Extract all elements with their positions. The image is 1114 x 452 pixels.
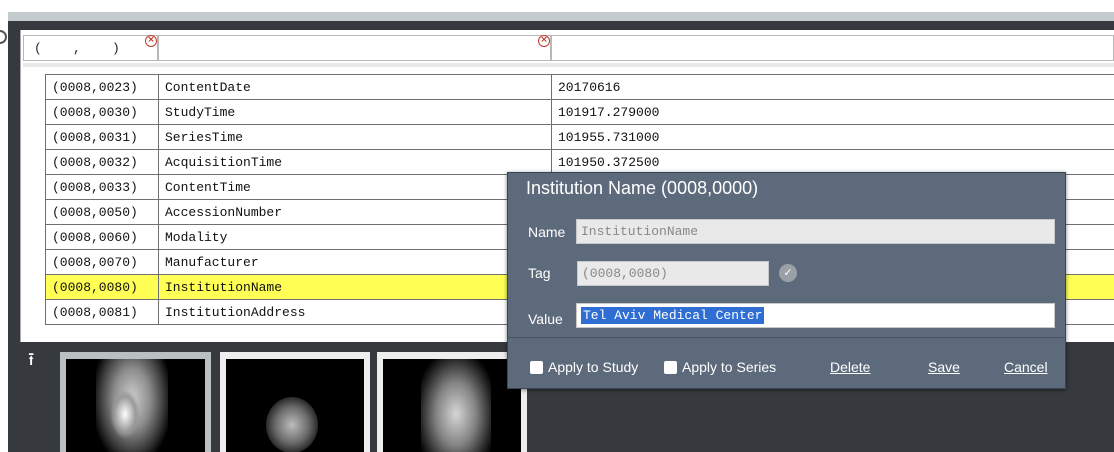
save-button[interactable]: Save xyxy=(928,359,960,375)
cell-tag[interactable]: (0008,0050) xyxy=(45,199,159,225)
tag-filter-text: ( , ) xyxy=(34,41,120,56)
cell-tag[interactable]: (0008,0033) xyxy=(45,174,159,200)
filter-row: ( , ) × × xyxy=(23,35,1114,61)
series-thumbnail[interactable] xyxy=(377,352,527,452)
cell-name[interactable]: InstitutionName xyxy=(158,274,552,300)
cell-name[interactable]: Modality xyxy=(158,224,552,250)
top-bar xyxy=(8,12,1114,21)
cell-value[interactable]: 101917.279000 xyxy=(551,99,1114,125)
name-label: Name xyxy=(528,224,566,240)
value-field-text: Tel Aviv Medical Center xyxy=(581,307,765,324)
cell-name[interactable]: SeriesTime xyxy=(158,124,552,150)
series-thumbnail[interactable] xyxy=(60,352,211,452)
clear-name-filter-icon[interactable]: × xyxy=(538,35,550,47)
apply-to-study-checkbox[interactable]: Apply to Study xyxy=(530,359,638,375)
series-thumbnail[interactable] xyxy=(220,352,370,452)
cell-tag[interactable]: (0008,0080) xyxy=(45,274,159,300)
apply-to-series-label: Apply to Series xyxy=(682,359,777,375)
cell-value[interactable]: 101955.731000 xyxy=(551,124,1114,150)
cell-tag[interactable]: (0008,0081) xyxy=(45,299,159,325)
delete-button[interactable]: Delete xyxy=(830,359,870,375)
cell-tag[interactable]: (0008,0032) xyxy=(45,149,159,175)
cell-name[interactable]: ContentDate xyxy=(158,74,552,100)
cell-name[interactable]: AccessionNumber xyxy=(158,199,552,225)
apply-to-series-checkbox[interactable]: Apply to Series xyxy=(664,359,776,375)
value-field[interactable]: Tel Aviv Medical Center xyxy=(576,303,1055,328)
dialog-title: Institution Name (0008,0000) xyxy=(526,178,759,198)
tag-label: Tag xyxy=(528,265,551,281)
top-strip xyxy=(0,0,1114,12)
cell-name[interactable]: StudyTime xyxy=(158,99,552,125)
table-row[interactable]: (0008,0030) StudyTime 101917.279000 xyxy=(45,99,1114,125)
table-row[interactable]: (0008,0023) ContentDate 20170616 xyxy=(45,74,1114,100)
cell-value[interactable]: 20170616 xyxy=(551,74,1114,100)
cancel-button[interactable]: Cancel xyxy=(1004,359,1048,375)
cell-name[interactable]: ContentTime xyxy=(158,174,552,200)
collapse-icon[interactable]: ⭱ xyxy=(28,347,34,377)
name-field-text: InstitutionName xyxy=(581,224,699,239)
thumbnail-image xyxy=(66,359,205,452)
left-edge xyxy=(0,21,8,452)
value-label: Value xyxy=(528,311,563,327)
name-field[interactable]: InstitutionName xyxy=(576,219,1055,244)
thumbnail-image xyxy=(226,359,364,452)
cell-value[interactable]: 101950.372500 xyxy=(551,149,1114,175)
filter-divider xyxy=(23,63,1114,67)
tag-field[interactable]: (0008,0080) xyxy=(577,261,769,286)
series-checkbox-box[interactable] xyxy=(664,361,677,374)
cell-tag[interactable]: (0008,0070) xyxy=(45,249,159,275)
value-filter-input[interactable] xyxy=(551,35,1114,61)
cell-name[interactable]: Manufacturer xyxy=(158,249,552,275)
check-circle-icon[interactable]: ✓ xyxy=(779,264,797,282)
cell-tag[interactable]: (0008,0060) xyxy=(45,224,159,250)
clear-tag-filter-icon[interactable]: × xyxy=(145,35,157,47)
cell-tag[interactable]: (0008,0023) xyxy=(45,74,159,100)
table-row[interactable]: (0008,0032) AcquisitionTime 101950.372500 xyxy=(45,149,1114,175)
tag-field-text: (0008,0080) xyxy=(582,266,668,281)
dialog-separator xyxy=(507,337,1066,338)
study-checkbox-box[interactable] xyxy=(530,361,543,374)
thumbnail-image xyxy=(383,359,521,452)
tag-filter-input[interactable]: ( , ) × xyxy=(23,35,158,61)
cell-tag[interactable]: (0008,0031) xyxy=(45,124,159,150)
name-filter-input[interactable]: × xyxy=(158,35,551,61)
cell-name[interactable]: AcquisitionTime xyxy=(158,149,552,175)
cell-tag[interactable]: (0008,0030) xyxy=(45,99,159,125)
table-row[interactable]: (0008,0031) SeriesTime 101955.731000 xyxy=(45,124,1114,150)
cell-name[interactable]: InstitutionAddress xyxy=(158,299,552,325)
apply-to-study-label: Apply to Study xyxy=(548,359,639,375)
